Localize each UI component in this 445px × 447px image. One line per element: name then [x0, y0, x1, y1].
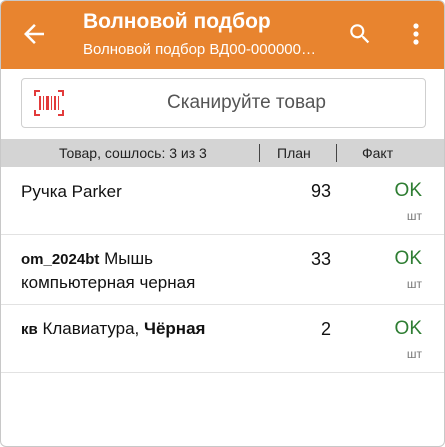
- item-unit: шт: [406, 277, 422, 291]
- item-unit: шт: [406, 347, 422, 361]
- item-name: om_2024bt Мышь компьютерная черная: [21, 247, 271, 294]
- arrow-left-icon[interactable]: [19, 19, 49, 49]
- item-plan: 93: [310, 181, 331, 201]
- scan-product-field[interactable]: Сканируйте товар: [21, 78, 426, 128]
- item-name: кв Клавиатура, Чёрная: [21, 317, 271, 341]
- search-icon[interactable]: [347, 21, 373, 47]
- column-divider: [336, 144, 337, 162]
- page-title: Волновой подбор: [83, 10, 271, 33]
- item-fact-status: OK: [394, 248, 422, 269]
- screen: Волновой подбор Волновой подбор ВД00-000…: [0, 0, 445, 447]
- table-row[interactable]: om_2024bt Мышь компьютерная черная 33 OK…: [1, 235, 444, 305]
- more-vert-icon[interactable]: [406, 21, 426, 47]
- table-row[interactable]: Ручка Parker 93 OK шт: [1, 167, 444, 235]
- item-fact-status: OK: [394, 180, 422, 201]
- item-code: кв: [21, 321, 38, 338]
- column-fact: Факт: [362, 145, 394, 161]
- column-item: Товар, сошлось: 3 из 3: [59, 145, 207, 161]
- column-divider: [259, 144, 260, 162]
- item-plan: 33: [310, 249, 331, 269]
- item-name: Ручка Parker: [21, 180, 271, 203]
- item-unit: шт: [406, 209, 422, 223]
- barcode-scan-icon: [34, 90, 64, 116]
- item-code: om_2024bt: [21, 251, 100, 268]
- app-bar: Волновой подбор Волновой подбор ВД00-000…: [1, 1, 444, 69]
- table-row[interactable]: кв Клавиатура, Чёрная 2 OK шт: [1, 305, 444, 373]
- item-fact-status: OK: [394, 318, 422, 339]
- item-plan: 2: [320, 319, 331, 339]
- item-variant: Чёрная: [144, 319, 206, 338]
- table-header: Товар, сошлось: 3 из 3 План Факт: [1, 139, 444, 167]
- item-title: Ручка Parker: [21, 182, 122, 201]
- column-plan: План: [277, 145, 311, 161]
- scan-placeholder: Сканируйте товар: [167, 92, 326, 113]
- page-subtitle: Волновой подбор ВД00-000000…: [83, 41, 316, 58]
- item-title: Клавиатура,: [42, 319, 140, 338]
